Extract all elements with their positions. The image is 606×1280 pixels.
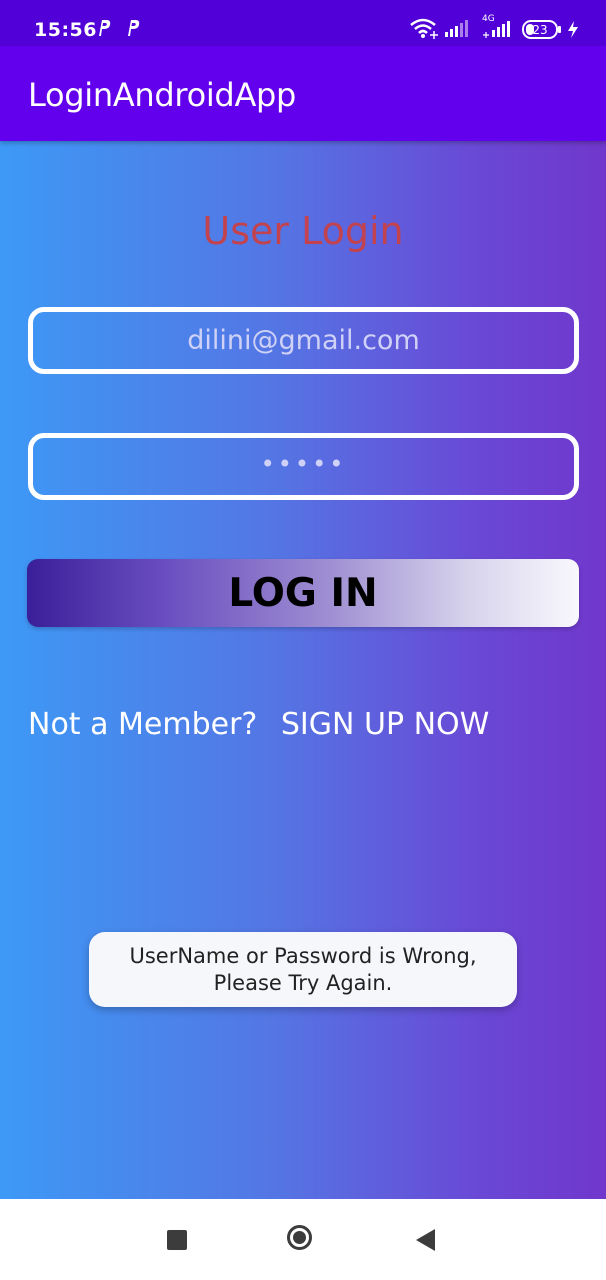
login-screen: User Login dilini@gmail.com ••••• LOG IN… <box>0 141 606 1199</box>
status-time: 15:56 <box>34 19 97 41</box>
status-bar: 15:56 4G 23 <box>0 0 606 46</box>
navigation-bar <box>0 1199 606 1280</box>
wifi-icon <box>410 18 438 39</box>
toast-line-2: Please Try Again. <box>213 970 393 995</box>
battery-level: 23 <box>532 23 547 37</box>
signal-icon <box>445 20 468 37</box>
recents-square-icon[interactable] <box>167 1230 187 1250</box>
p-notification-icon <box>128 20 140 36</box>
page-title: User Login <box>202 209 404 253</box>
login-button[interactable]: LOG IN <box>27 559 579 627</box>
charging-icon <box>568 21 578 38</box>
app-bar: LoginAndroidApp <box>0 46 606 141</box>
p-notification-icon <box>99 20 111 36</box>
error-toast: UserName or Password is Wrong, Please Tr… <box>89 932 517 1007</box>
email-field-value: dilini@gmail.com <box>187 325 420 356</box>
home-circle-icon[interactable] <box>287 1225 312 1250</box>
email-field[interactable]: dilini@gmail.com <box>28 307 579 374</box>
battery-icon: 23 <box>522 20 561 39</box>
signup-link[interactable]: SIGN UP NOW <box>281 707 489 742</box>
app-title: LoginAndroidApp <box>28 76 297 114</box>
password-field[interactable]: ••••• <box>28 433 579 500</box>
signup-prompt: Not a Member? SIGN UP NOW <box>28 707 489 742</box>
member-prompt-text: Not a Member? <box>28 707 258 742</box>
password-field-value: ••••• <box>260 449 347 478</box>
signal-4g-icon <box>483 21 510 38</box>
toast-line-1: UserName or Password is Wrong, <box>129 943 477 968</box>
back-triangle-icon[interactable] <box>416 1229 435 1251</box>
